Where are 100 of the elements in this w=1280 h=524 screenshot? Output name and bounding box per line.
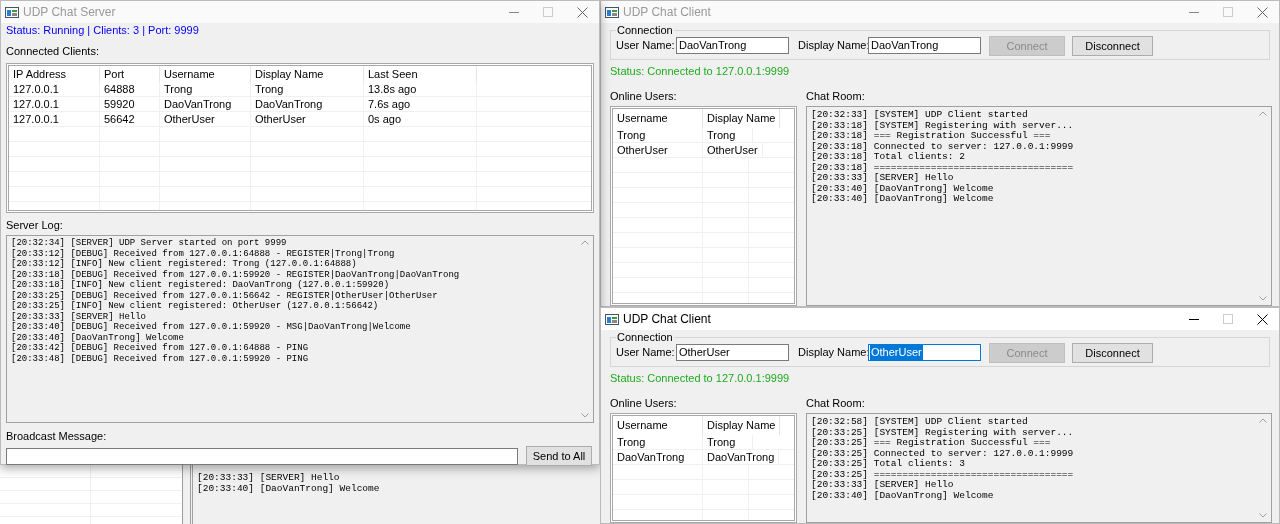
table-cell: 0s ago [364, 112, 477, 126]
field-label: User Name: [616, 37, 676, 53]
log-box[interactable] [6, 235, 594, 423]
section-label: Online Users: [610, 90, 677, 102]
app-icon [605, 6, 619, 18]
chat-line: [20:33:40] [DaoVanTrong] Welcome [811, 183, 994, 194]
log-line: [20:33:18] [DEBUG] Received from 127.0.0.1:59920 - REGISTER|DaoVanTrong|DaoVanTrong [11, 269, 460, 280]
column-header[interactable]: IP Address [9, 66, 100, 82]
chevron-down-icon[interactable] [1258, 296, 1267, 301]
chat-line: [20:32:58] [SYSTEM] UDP Client started [811, 417, 1028, 428]
table-cell: OtherUser [703, 143, 763, 157]
log-line: [20:33:25] [DEBUG] Received from 127.0.0.1:56642 - REGISTER|OtherUser|OtherUser [11, 290, 438, 301]
chevron-down-icon[interactable] [1258, 513, 1267, 518]
section-label: Chat Room: [806, 90, 865, 102]
log-line: [20:33:48] [DEBUG] Received from 127.0.0.1:59920 - PING [11, 353, 309, 364]
table-cell: 127.0.0.1 [9, 97, 100, 111]
maximize-icon[interactable] [543, 7, 553, 17]
list-view[interactable]: Username Display Name Trong Trong OtherUser OtherUser [610, 106, 797, 306]
log-line: [20:33:25] [INFO] New client registered: OtherUser (127.0.0.1:56642) [11, 301, 379, 312]
chat-line: [20:33:25] [SYSTEM] Registering with server... [811, 427, 1074, 438]
chat-line: [20:33:40] [DaoVanTrong] Welcome [197, 483, 380, 494]
section-label: Broadcast Message: [6, 430, 108, 442]
table-cell: DaoVanTrong [160, 97, 251, 111]
column-header[interactable]: Username [613, 416, 703, 435]
input-field[interactable]: DaoVanTrong [868, 36, 981, 54]
disconnect-button[interactable]: Disconnect [1072, 36, 1153, 57]
log-line: [20:32:34] [SERVER] UDP Server started on port 9999 [11, 238, 287, 249]
chat-line: [20:33:33] [SERVER] Hello [197, 473, 340, 484]
table-cell: Trong [703, 128, 753, 142]
chevron-up-icon[interactable] [1258, 418, 1267, 423]
status-text: Status: Connected to 127.0.0.1:9999 [610, 372, 790, 384]
table-cell: OtherUser [613, 143, 703, 157]
table-cell: DaoVanTrong [251, 97, 364, 111]
list-view[interactable]: Username Display Name Trong Trong DaoVanTrong DaoVanTrong [610, 413, 797, 523]
table-cell: Trong [613, 128, 703, 142]
maximize-icon[interactable] [1223, 314, 1233, 324]
column-header[interactable]: Last Seen [364, 66, 477, 82]
chevron-up-icon[interactable] [1258, 111, 1267, 116]
input-field[interactable]: OtherUser [868, 343, 981, 361]
column-header[interactable]: Port [100, 66, 160, 82]
message-field[interactable] [6, 447, 518, 465]
table-cell: OtherUser [251, 112, 364, 126]
chat-line: [20:32:33] [SYSTEM] UDP Client started [811, 110, 1028, 121]
chat-line: [20:33:25] Total clients: 3 [811, 459, 965, 470]
send-button[interactable]: Send to All [526, 446, 592, 466]
table-cell: DaoVanTrong [703, 450, 780, 464]
field-label: Display Name: [798, 37, 868, 53]
chat-line: [20:33:18] [SYSTEM] Registering with server... [811, 120, 1074, 131]
log-line: [20:33:33] [SERVER] Hello [11, 311, 147, 322]
section-label: Chat Room: [806, 397, 865, 409]
window-title: UDP Chat Client [623, 4, 711, 21]
chat-line: [20:33:40] [DaoVanTrong] Welcome [811, 490, 994, 501]
chat-line: [20:33:25] Connected to server: 127.0.0.1:9999 [811, 448, 1074, 459]
column-header[interactable]: Display Name [703, 109, 781, 128]
table-cell: Trong [160, 82, 251, 96]
table-cell: 7.6s ago [364, 97, 477, 111]
section-label: Server Log: [6, 219, 64, 231]
minimize-icon[interactable] [1189, 318, 1199, 320]
chat-box[interactable] [806, 413, 1272, 523]
table-cell: DaoVanTrong [613, 450, 703, 464]
disconnect-button[interactable]: Disconnect [1072, 343, 1153, 364]
close-icon[interactable] [1256, 313, 1268, 325]
input-field[interactable]: DaoVanTrong [676, 36, 789, 54]
column-header[interactable]: Username [613, 109, 703, 128]
status-text: Status: Running | Clients: 3 | Port: 9999 [6, 24, 200, 36]
table-cell: Trong [251, 82, 364, 96]
chat-box[interactable] [806, 106, 1272, 306]
table-cell: 64888 [100, 82, 160, 96]
log-line: [20:33:12] [DEBUG] Received from 127.0.0.1:64888 - REGISTER|Trong|Trong [11, 248, 395, 259]
window-title: UDP Chat Client [623, 311, 711, 328]
list-view[interactable]: IP Address Port Username Display Name Last Seen 127.0.0.1 64888 Trong Trong 13.8s ago 127.0.0.1 59920 DaoVanTrong DaoVanTrong 7.6s ago 127.0.0.1 56642 OtherUser OtherUser 0s ago [6, 63, 594, 213]
table-cell: 127.0.0.1 [9, 82, 100, 96]
table-cell: Trong [703, 435, 753, 449]
table-cell: 59920 [100, 97, 160, 111]
chat-line: [20:33:25] =================================== [811, 469, 1074, 480]
input-field[interactable]: OtherUser [676, 343, 789, 361]
log-line: [20:33:12] [INFO] New client registered: Trong (127.0.0.1:64888) [11, 259, 357, 270]
chat-line: [20:33:18] =================================== [811, 162, 1074, 173]
log-line: [20:33:18] [INFO] New client registered: DaoVanTrong (127.0.0.1:59920) [11, 280, 390, 291]
column-header[interactable]: Username [160, 66, 251, 82]
column-header[interactable]: Display Name [251, 66, 364, 82]
chevron-up-icon[interactable] [580, 240, 589, 245]
log-line: [20:33:40] [DaoVanTrong] Welcome [11, 332, 184, 343]
window-title: UDP Chat Server [23, 4, 116, 21]
chat-line: [20:33:33] [SERVER] Hello [811, 173, 954, 184]
column-header[interactable]: Display Name [703, 416, 781, 435]
group-label: Connection [616, 24, 674, 36]
section-label: Online Users: [610, 397, 677, 409]
log-line: [20:33:40] [DEBUG] Received from 127.0.0.1:59920 - MSG|DaoVanTrong|Welcome [11, 322, 411, 333]
table-cell: 13.8s ago [364, 82, 477, 96]
table-cell: OtherUser [160, 112, 251, 126]
maximize-icon[interactable] [1223, 7, 1233, 17]
group-label: Connection [616, 331, 674, 343]
chevron-down-icon[interactable] [580, 413, 589, 418]
chat-line: [20:33:18] Total clients: 2 [811, 152, 965, 163]
app-icon [605, 313, 619, 325]
chat-line: [20:33:18] === Registration Successful === [811, 131, 1051, 142]
field-label: Display Name: [798, 344, 868, 360]
status-text: Status: Connected to 127.0.0.1:9999 [610, 65, 790, 77]
log-line: [20:33:42] [DEBUG] Received from 127.0.0.1:64888 - PING [11, 343, 309, 354]
